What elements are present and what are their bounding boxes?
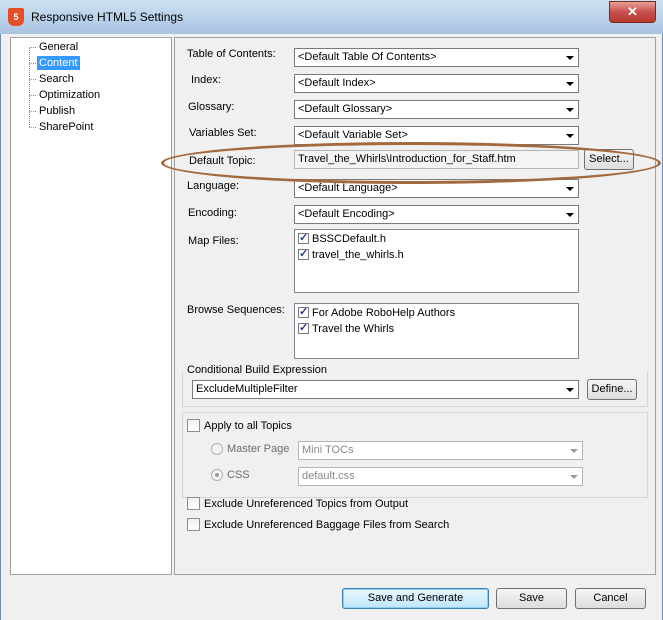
html5-icon: 5 <box>8 8 24 26</box>
save-and-generate-button[interactable]: Save and Generate <box>342 588 489 609</box>
chevron-down-icon <box>566 213 574 217</box>
css-dropdown[interactable]: default.css <box>298 467 583 486</box>
chevron-down-icon <box>570 449 578 453</box>
toc-dropdown[interactable]: <Default Table Of Contents> <box>294 48 579 67</box>
tree-item-publish[interactable]: Publish <box>37 104 77 118</box>
select-topic-button[interactable]: Select... <box>584 149 634 170</box>
checkbox-icon[interactable] <box>298 321 309 334</box>
checkbox-icon[interactable] <box>298 231 309 244</box>
chevron-down-icon <box>566 82 574 86</box>
default-topic-label: Default Topic: <box>189 155 256 167</box>
list-item[interactable]: For Adobe RoboHelp Authors <box>298 305 455 319</box>
variables-dropdown[interactable]: <Default Variable Set> <box>294 126 579 145</box>
checkbox-icon[interactable] <box>298 305 309 318</box>
exclude-baggage-checkbox[interactable]: Exclude Unreferenced Baggage Files from … <box>187 518 449 531</box>
cancel-button[interactable]: Cancel <box>575 588 646 609</box>
chevron-down-icon <box>566 56 574 60</box>
radio-icon[interactable] <box>211 469 223 481</box>
index-label: Index: <box>191 74 221 86</box>
settings-tree: General Content Search Optimization Publ… <box>10 37 172 575</box>
map-files-label: Map Files: <box>188 235 239 247</box>
apply-all-checkbox[interactable]: Apply to all Topics <box>187 419 292 432</box>
checkbox-icon[interactable] <box>187 419 200 432</box>
radio-icon[interactable] <box>211 443 223 455</box>
master-page-radio[interactable]: Master Page <box>211 443 289 455</box>
checkbox-icon[interactable] <box>298 247 309 260</box>
list-item[interactable]: BSSCDefault.h <box>298 231 386 245</box>
list-item[interactable]: Travel the Whirls <box>298 321 394 335</box>
window-title: Responsive HTML5 Settings <box>31 10 184 24</box>
tree-item-sharepoint[interactable]: SharePoint <box>37 120 95 134</box>
checkbox-icon[interactable] <box>187 497 200 510</box>
master-page-dropdown[interactable]: Mini TOCs <box>298 441 583 460</box>
chevron-down-icon <box>566 108 574 112</box>
encoding-label: Encoding: <box>188 207 237 219</box>
variables-label: Variables Set: <box>189 127 257 139</box>
encoding-dropdown[interactable]: <Default Encoding> <box>294 205 579 224</box>
list-item[interactable]: travel_the_whirls.h <box>298 247 404 261</box>
save-button[interactable]: Save <box>496 588 567 609</box>
index-dropdown[interactable]: <Default Index> <box>294 74 579 93</box>
chevron-down-icon <box>570 475 578 479</box>
glossary-dropdown[interactable]: <Default Glossary> <box>294 100 579 119</box>
tree-item-content[interactable]: Content <box>37 56 80 70</box>
tree-item-optimization[interactable]: Optimization <box>37 88 102 102</box>
toc-label: Table of Contents: <box>187 48 276 60</box>
tree-connector <box>29 47 30 127</box>
define-button[interactable]: Define... <box>587 379 637 400</box>
chevron-down-icon <box>566 388 574 392</box>
close-button[interactable]: ✕ <box>609 1 656 23</box>
browse-sequences-list[interactable]: For Adobe RoboHelp Authors Travel the Wh… <box>294 303 579 359</box>
glossary-label: Glossary: <box>188 101 235 113</box>
tree-item-general[interactable]: General <box>37 40 80 54</box>
chevron-down-icon <box>566 134 574 138</box>
chevron-down-icon <box>566 187 574 191</box>
conditional-dropdown[interactable]: ExcludeMultipleFilter <box>192 380 579 399</box>
checkbox-icon[interactable] <box>187 518 200 531</box>
language-label: Language: <box>187 180 239 192</box>
map-files-list[interactable]: BSSCDefault.h travel_the_whirls.h <box>294 229 579 293</box>
browse-sequences-label: Browse Sequences: <box>187 304 285 316</box>
exclude-topics-checkbox[interactable]: Exclude Unreferenced Topics from Output <box>187 497 408 510</box>
css-radio[interactable]: CSS <box>211 469 250 481</box>
default-topic-field[interactable]: Travel_the_Whirls\Introduction_for_Staff… <box>294 150 579 169</box>
language-dropdown[interactable]: <Default Language> <box>294 179 579 198</box>
tree-item-search[interactable]: Search <box>37 72 76 86</box>
